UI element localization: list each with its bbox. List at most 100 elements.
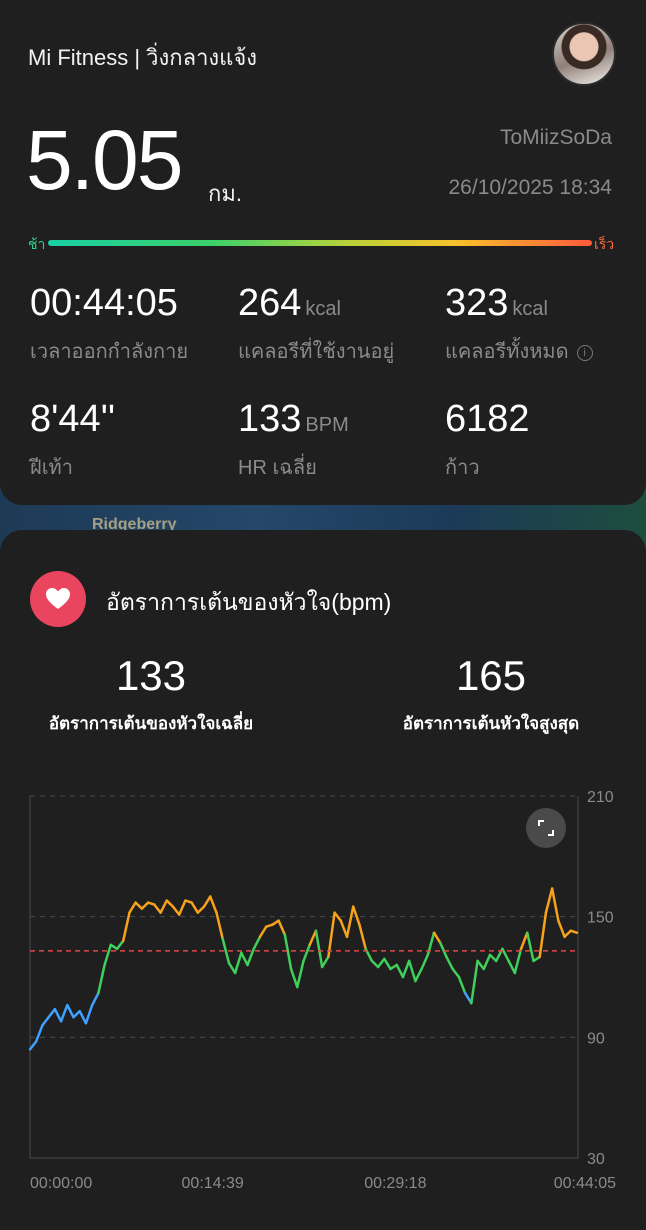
hr-line-segment [78, 1009, 88, 1025]
stat-value: 8'44'' [30, 398, 116, 440]
max-hr-value: 165 [455, 652, 527, 699]
x-tick-label: 00:44:05 [554, 1175, 616, 1192]
hr-line-segment [439, 941, 448, 959]
workout-summary-card: Mi Fitness | วิ่งกลางแจ้ง 5.05 กม. ToMii… [0, 0, 646, 505]
hr-line-segment [370, 959, 380, 969]
hr-line-segment [569, 929, 579, 935]
stat-active-calories: 264 kcal แคลอรีที่ใช้งานอยู่ [238, 282, 394, 367]
hr-line-segment [227, 961, 237, 975]
hr-line-segment [376, 957, 386, 969]
hr-line-segment [401, 959, 411, 979]
pace-slow-label: ช้า [28, 236, 46, 252]
avg-hr-label: อัตราการเต้นของหัวใจเฉลี่ย [48, 714, 254, 733]
pace-gradient-bar [48, 240, 592, 246]
hr-line-segment [519, 931, 529, 951]
x-tick-label: 00:00:00 [30, 1175, 92, 1192]
hr-line-segment [34, 1024, 44, 1043]
username: ToMiizSoDa [499, 126, 612, 149]
hr-line-segment [171, 905, 181, 916]
hr-line-segment [41, 1015, 50, 1027]
hr-line-segment [196, 905, 206, 914]
stat-label: แคลอรีที่ใช้งานอยู่ [238, 341, 395, 363]
avg-heart-rate: 133 อัตราการเต้นของหัวใจเฉลี่ย [26, 652, 276, 737]
stat-unit: kcal [512, 298, 548, 320]
hr-line-segment [128, 901, 137, 914]
hr-line-segment [445, 955, 454, 971]
hr-line-segment [28, 1040, 38, 1051]
distance-value: 5.05 [26, 113, 183, 207]
stat-value: 264 [238, 282, 302, 324]
stat-avg-hr: 133 BPM HR เฉลี่ย [238, 398, 349, 483]
hr-line-segment [544, 887, 554, 914]
info-icon[interactable]: i [576, 345, 593, 361]
hr-line-segment [190, 901, 200, 914]
hr-line-segment [476, 959, 486, 971]
hr-line-segment [277, 919, 287, 937]
hr-line-segment [84, 1003, 94, 1025]
hr-line-segment [451, 967, 461, 979]
hr-line-segment [103, 943, 113, 967]
hr-line-segment [457, 975, 467, 995]
hr-line-segment [314, 929, 324, 969]
stat-total-calories: 323 kcal แคลอรีทั้งหมด i [445, 282, 593, 367]
heart-icon [30, 571, 86, 627]
hr-line-segment [563, 929, 573, 939]
hr-line-segment [289, 967, 299, 989]
hr-line-segment [177, 899, 187, 916]
hr-line-segment [320, 955, 330, 969]
hr-line-segment [550, 887, 560, 922]
hr-line-segment [358, 923, 367, 951]
x-tick-label: 00:29:18 [364, 1175, 426, 1192]
avg-hr-value: 133 [115, 652, 187, 699]
hr-line-segment [159, 899, 169, 914]
y-tick-label: 210 [587, 789, 614, 806]
stat-value: 323 [445, 282, 509, 324]
hr-line-segment [351, 905, 361, 926]
expand-chart-button[interactable] [526, 808, 566, 848]
hr-line-segment [53, 1007, 63, 1023]
stat-label: เวลาออกกำลังกาย [30, 341, 189, 363]
hr-line-segment [165, 899, 175, 908]
app-title: Mi Fitness | วิ่งกลางแจ้ง [28, 45, 257, 70]
hr-line-segment [97, 963, 106, 995]
heart-rate-title: อัตราการเต้นของหัวใจ(bpm) [106, 589, 392, 615]
hr-line-segment [383, 957, 392, 971]
hr-line-segment [414, 967, 423, 983]
user-avatar[interactable] [552, 22, 616, 86]
hr-line-segment [252, 935, 262, 951]
hr-line-segment [407, 959, 417, 983]
stat-duration: 00:44:05 เวลาออกกำลังกาย [30, 282, 188, 367]
expand-icon [538, 820, 554, 836]
hr-line-segment [115, 939, 125, 951]
hr-line-segment [209, 895, 218, 914]
hr-line-segment [202, 895, 212, 908]
hr-line-segment [134, 901, 144, 910]
hr-line-segment [507, 959, 517, 975]
hr-line-segment [482, 953, 492, 971]
hr-line-segment [47, 1007, 57, 1019]
stat-label: ฝีเท้า [30, 457, 73, 479]
stat-value: 6182 [445, 398, 530, 440]
hr-line-segment [296, 959, 305, 989]
stat-pace: 8'44'' ฝีเท้า [30, 398, 115, 483]
hr-line-segment [233, 951, 243, 975]
hr-line-segment [308, 929, 318, 947]
hr-line-segment [526, 931, 535, 963]
hr-line-segment [302, 943, 311, 963]
hr-line-segment [283, 933, 293, 971]
hr-line-segment [513, 947, 523, 975]
hr-line-segment [153, 903, 162, 914]
y-tick-label: 150 [587, 910, 614, 927]
hr-line-segment [90, 991, 100, 1007]
stat-label: HR เฉลี่ย [238, 457, 317, 479]
stat-value: 00:44:05 [30, 282, 178, 324]
max-hr-label: อัตราการเต้นหัวใจสูงสุด [402, 714, 580, 733]
hr-line-segment [432, 931, 442, 945]
stat-steps: 6182 ก้าว [445, 398, 530, 483]
distance-unit: กม. [208, 181, 242, 206]
y-tick-label: 30 [587, 1151, 605, 1168]
pace-fast-label: เร็ว [594, 236, 615, 252]
workout-datetime: 26/10/2025 18:34 [448, 176, 613, 199]
y-tick-label: 90 [587, 1030, 605, 1047]
hr-line-segment [66, 1003, 75, 1019]
